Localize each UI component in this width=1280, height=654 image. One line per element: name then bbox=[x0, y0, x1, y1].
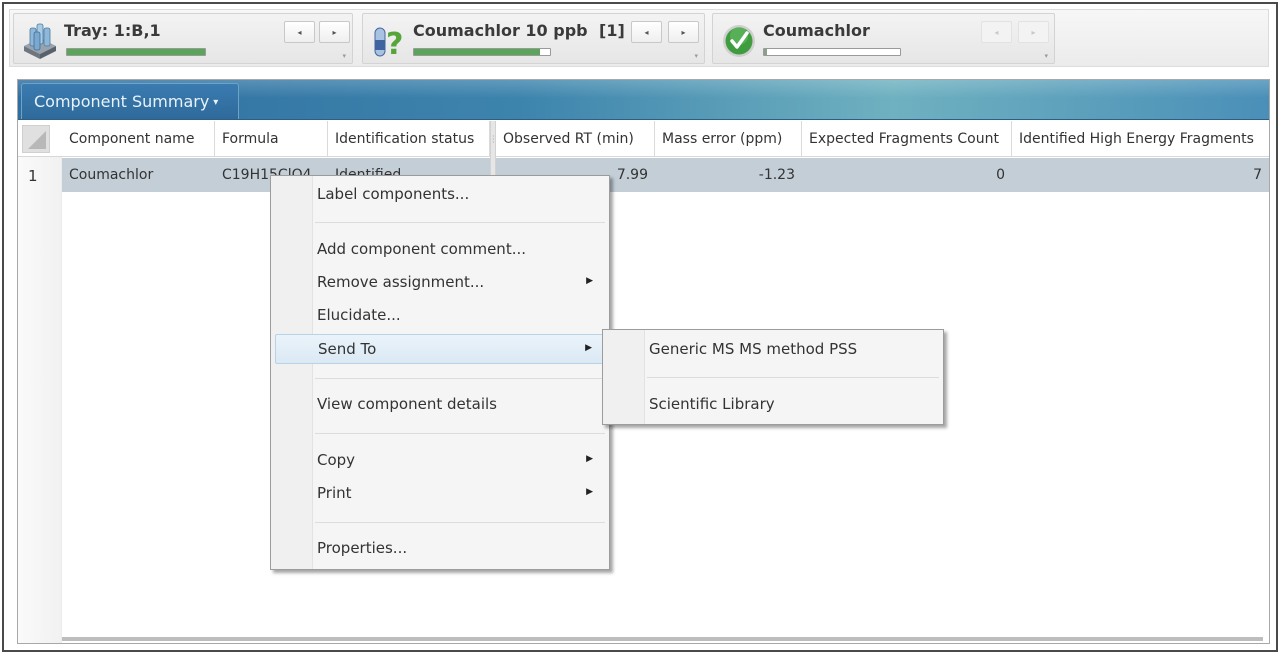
menu-item-add-component-comment[interactable]: Add component comment... bbox=[273, 235, 607, 265]
menu-item-properties[interactable]: Properties... bbox=[273, 534, 607, 564]
column-header-identified-he-fragments[interactable]: Identified High Energy Fragments bbox=[1012, 121, 1269, 157]
svg-text:?: ? bbox=[386, 27, 403, 60]
column-header-component-name[interactable]: Component name bbox=[62, 121, 215, 157]
sample-next-button[interactable]: ▸ bbox=[668, 21, 699, 43]
menu-item-print[interactable]: Print ▶ bbox=[273, 479, 607, 509]
sample-prev-button[interactable]: ◂ bbox=[631, 21, 662, 43]
column-header-mass-error[interactable]: Mass error (ppm) bbox=[655, 121, 802, 157]
menu-item-remove-assignment[interactable]: Remove assignment... ▶ bbox=[273, 268, 607, 298]
sample-count: [1] bbox=[599, 21, 625, 40]
table-row[interactable]: Coumachlor C19H15ClO4 Identified 7.99 -1… bbox=[62, 158, 1269, 192]
column-header-expected-fragments[interactable]: Expected Fragments Count bbox=[802, 121, 1012, 157]
menu-item-label: Send To bbox=[318, 340, 377, 358]
component-tile[interactable]: Coumachlor ◂ ▸ ▾ bbox=[712, 13, 1055, 64]
menu-separator bbox=[315, 433, 605, 434]
sample-dropdown-icon[interactable]: ▾ bbox=[694, 52, 698, 60]
component-next-button[interactable]: ▸ bbox=[1018, 21, 1049, 43]
row-number[interactable]: 1 bbox=[28, 167, 38, 185]
tray-prev-button[interactable]: ◂ bbox=[284, 21, 315, 43]
menu-item-view-component-details[interactable]: View component details bbox=[273, 390, 607, 420]
submenu-separator bbox=[647, 377, 939, 378]
check-identified-icon bbox=[723, 25, 755, 57]
menu-item-send-to[interactable]: Send To ▶ bbox=[275, 334, 607, 364]
component-prev-button[interactable]: ◂ bbox=[981, 21, 1012, 43]
tray-progress-fill bbox=[67, 49, 205, 55]
menu-item-label: Elucidate... bbox=[317, 306, 401, 324]
sample-tile[interactable]: ? Coumachlor 10 ppb [1] ◂ ▸ ▾ bbox=[362, 13, 705, 64]
send-to-submenu: Generic MS MS method PSS Scientific Libr… bbox=[602, 329, 944, 425]
context-menu: Label components... Add component commen… bbox=[270, 175, 610, 570]
sample-progress-fill bbox=[414, 49, 541, 55]
submenu-item-scientific-library[interactable]: Scientific Library bbox=[605, 390, 941, 420]
menu-separator bbox=[315, 522, 605, 523]
menu-separator bbox=[315, 222, 605, 223]
status-bar: Tray: 1:B,1 ◂ ▸ ▾ ? Coumachlor 10 ppb [1… bbox=[9, 9, 1269, 67]
submenu-item-generic-msms-method[interactable]: Generic MS MS method PSS bbox=[605, 335, 941, 365]
grid-header: Component name Formula Identification st… bbox=[18, 121, 1269, 157]
menu-item-label: Properties... bbox=[317, 539, 408, 557]
submenu-arrow-icon: ▶ bbox=[586, 454, 593, 464]
component-progress-fill bbox=[764, 49, 767, 55]
tray-progress-bar bbox=[66, 48, 206, 56]
splitter-grip-icon: · · · bbox=[492, 132, 495, 147]
component-progress-bar bbox=[763, 48, 901, 56]
row-header-column bbox=[18, 157, 62, 643]
select-all-corner[interactable] bbox=[22, 125, 50, 153]
tray-next-button[interactable]: ▸ bbox=[319, 21, 350, 43]
menu-item-label: View component details bbox=[317, 395, 497, 413]
submenu-item-label: Generic MS MS method PSS bbox=[649, 340, 858, 358]
menu-item-label: Print bbox=[317, 484, 352, 502]
sample-progress-bar bbox=[413, 48, 551, 56]
sample-title: Coumachlor 10 ppb bbox=[413, 21, 588, 40]
horizontal-scrollbar[interactable] bbox=[62, 637, 1263, 641]
menu-item-label: Copy bbox=[317, 451, 356, 469]
sample-unknown-icon: ? bbox=[374, 27, 403, 60]
menu-item-label: Remove assignment... bbox=[317, 273, 485, 291]
menu-item-label-components[interactable]: Label components... bbox=[273, 180, 607, 210]
component-title: Coumachlor bbox=[763, 21, 870, 40]
tray-dropdown-icon[interactable]: ▾ bbox=[342, 52, 346, 60]
menu-separator bbox=[315, 378, 605, 379]
submenu-arrow-icon: ▶ bbox=[585, 343, 592, 353]
column-header-formula[interactable]: Formula bbox=[215, 121, 328, 157]
tray-tile[interactable]: Tray: 1:B,1 ◂ ▸ ▾ bbox=[13, 13, 353, 64]
submenu-arrow-icon: ▶ bbox=[586, 276, 593, 286]
column-header-observed-rt[interactable]: Observed RT (min) bbox=[496, 121, 655, 157]
component-summary-dropdown[interactable]: Component Summary ▾ bbox=[21, 83, 239, 119]
column-header-identification-status[interactable]: Identification status bbox=[328, 121, 490, 157]
submenu-arrow-icon: ▶ bbox=[586, 487, 593, 497]
component-summary-label: Component Summary bbox=[34, 92, 210, 111]
panel-header: Component Summary ▾ bbox=[18, 80, 1269, 120]
menu-item-copy[interactable]: Copy ▶ bbox=[273, 446, 607, 476]
tray-title: Tray: 1:B,1 bbox=[64, 21, 161, 40]
cell-expected-fragments: 0 bbox=[996, 167, 1005, 183]
component-dropdown-icon[interactable]: ▾ bbox=[1044, 52, 1048, 60]
cell-mass-error: -1.23 bbox=[758, 167, 795, 183]
cell-identified-he-fragments: 7 bbox=[1253, 167, 1262, 183]
submenu-item-label: Scientific Library bbox=[649, 395, 775, 413]
menu-item-elucidate[interactable]: Elucidate... bbox=[273, 301, 607, 331]
cell-component-name: Coumachlor bbox=[69, 167, 154, 183]
menu-item-label: Label components... bbox=[317, 185, 470, 203]
tray-vials-icon bbox=[24, 23, 56, 59]
chevron-down-icon: ▾ bbox=[213, 97, 219, 108]
menu-item-label: Add component comment... bbox=[317, 240, 527, 258]
